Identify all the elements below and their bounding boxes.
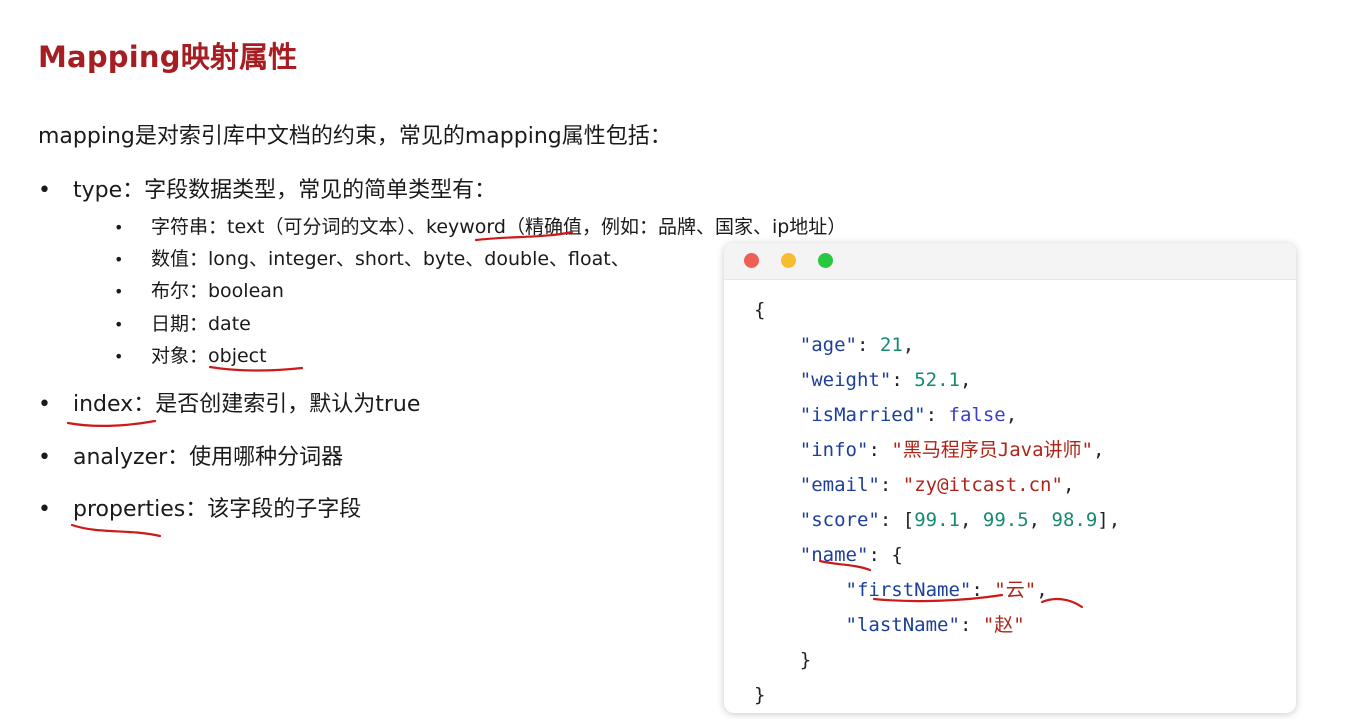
bullet-icon: •: [114, 315, 124, 334]
underline-properties-mark: [70, 523, 162, 538]
code-line-weight: "weight": 52.1,: [799, 369, 972, 391]
bullet-icon: •: [114, 347, 124, 366]
window-titlebar: [724, 243, 1296, 280]
bullet-icon: •: [114, 282, 124, 301]
code-line-email: "email": "zy@itcast.cn",: [799, 474, 1075, 496]
bullet-icon: •: [38, 178, 51, 203]
code-line: {: [754, 299, 766, 321]
code-line-score: "score": [99.1, 99.5, 98.9],: [799, 509, 1121, 531]
sub-label: 数值：long、integer、short、byte、double、float、: [151, 248, 630, 270]
bullet-icon: •: [114, 218, 124, 237]
item-desc: ：字段数据类型，常见的简单类型有：: [122, 178, 497, 203]
code-line-info: "info": "黑马程序员Java讲师",: [799, 439, 1105, 461]
code-line-age: "age": 21,: [799, 334, 915, 356]
item-key: analyzer: [73, 445, 168, 470]
item-desc: ：该字段的子字段: [185, 497, 362, 522]
page-title: Mapping映射属性: [38, 40, 298, 74]
item-desc: ：使用哪种分词器: [167, 445, 344, 470]
list-item-index: • index：是否创建索引，默认为true: [38, 386, 420, 418]
item-key: type: [73, 178, 123, 203]
code-window: { "age": 21, "weight": 52.1, "isMarried"…: [724, 243, 1296, 713]
code-line: }: [799, 649, 812, 671]
code-line-lastname: "lastName": "赵": [845, 614, 1025, 636]
sublist-item-number: • 数值：long、integer、short、byte、double、float…: [114, 244, 630, 271]
bullet-icon: •: [114, 250, 124, 269]
sub-label: 布尔：boolean: [151, 280, 284, 302]
close-light-icon: [744, 253, 759, 268]
bullet-icon: •: [38, 497, 51, 522]
code-line-firstname: "firstName": "云",: [845, 579, 1048, 601]
sub-label: 对象：: [151, 345, 209, 367]
code-line: }: [754, 684, 766, 706]
bullet-icon: •: [38, 445, 51, 470]
sub-label: 日期：date: [151, 313, 251, 335]
item-key: properties: [73, 497, 186, 522]
maximize-light-icon: [818, 253, 833, 268]
sublist-item-string: • 字符串：text（可分词的文本）、keyword（精确值，例如：品牌、国家、i…: [114, 212, 846, 239]
sublist-item-date: • 日期：date: [114, 309, 251, 336]
list-item-properties: • properties：该字段的子字段: [38, 491, 361, 523]
json-code-block: { "age": 21, "weight": 52.1, "isMarried"…: [754, 293, 1120, 713]
sub-label: 字符串：text（可分词的文本）、: [151, 216, 426, 238]
underline-index-mark: [66, 419, 157, 427]
minimize-light-icon: [781, 253, 796, 268]
sub-value: object: [208, 345, 267, 367]
item-key: index: [73, 392, 134, 417]
sub-keyword: keyword: [426, 216, 506, 238]
item-desc: ：是否创建索引，默认为true: [133, 392, 421, 417]
list-item-type: • type：字段数据类型，常见的简单类型有：: [38, 172, 496, 204]
list-item-analyzer: • analyzer：使用哪种分词器: [38, 439, 343, 471]
sub-rest: （精确值，例如：品牌、国家、ip地址）: [505, 216, 847, 238]
code-line-ismarried: "isMarried": false,: [799, 404, 1018, 426]
sublist-item-object: • 对象：object: [114, 341, 267, 368]
sublist-item-boolean: • 布尔：boolean: [114, 276, 284, 303]
code-line-name: "name": {: [799, 544, 903, 566]
intro-text: mapping是对索引库中文档的约束，常见的mapping属性包括：: [38, 124, 672, 149]
bullet-icon: •: [38, 392, 51, 417]
